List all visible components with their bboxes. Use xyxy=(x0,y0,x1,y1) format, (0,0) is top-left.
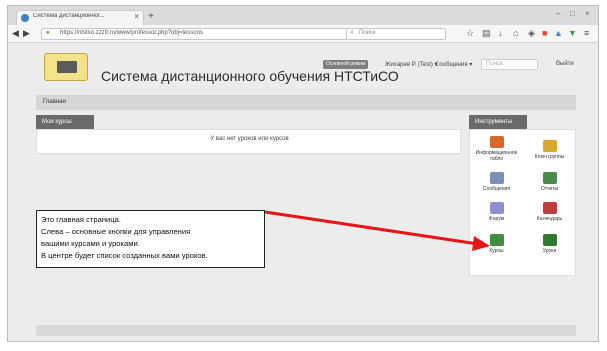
arrow-line xyxy=(264,210,479,246)
arrow-head-icon xyxy=(472,236,490,251)
annotation-arrow xyxy=(264,210,490,251)
